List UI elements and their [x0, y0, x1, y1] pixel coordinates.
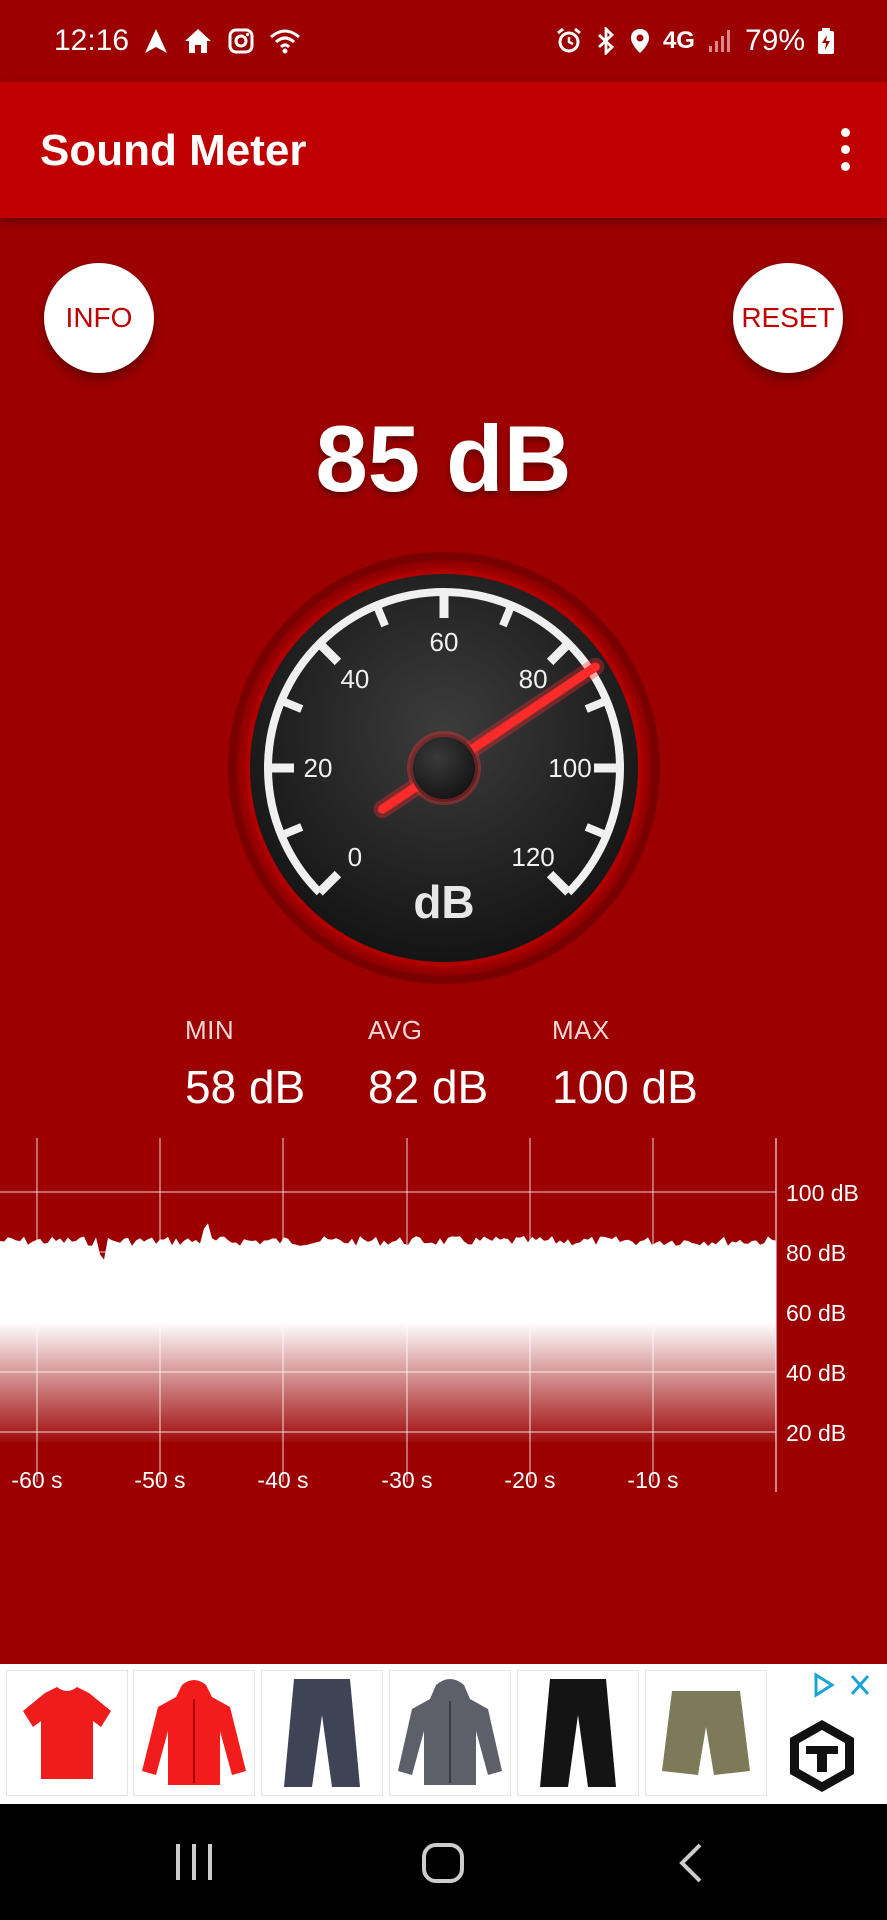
- graph-x-label: -50 s: [134, 1467, 185, 1493]
- navigation-arrow-icon: [145, 29, 168, 53]
- graph-x-label: -10 s: [627, 1467, 678, 1493]
- network-type-label: 4G: [662, 27, 695, 54]
- home-button-icon[interactable]: [421, 1842, 465, 1884]
- back-icon[interactable]: [676, 1842, 706, 1884]
- stat-min-value: 58 dB: [185, 1061, 306, 1113]
- wifi-icon: [270, 29, 301, 54]
- current-level-reading: 85 dB: [315, 406, 572, 511]
- stat-avg-label: AVG: [368, 1015, 423, 1045]
- stat-max-value: 100 dB: [552, 1061, 698, 1113]
- graph-x-labels: -60 s -50 s -40 s -30 s -20 s -10 s: [11, 1467, 678, 1493]
- gauge-tick-label: 20: [304, 753, 333, 783]
- gauge-tick-label: 100: [548, 753, 591, 783]
- stat-max-label: MAX: [552, 1015, 610, 1045]
- stat-max: MAX 100 dB: [552, 1015, 698, 1114]
- status-time: 12:16: [54, 24, 130, 57]
- brand-logo-icon[interactable]: [782, 1716, 862, 1796]
- graph-level-area: [0, 1223, 776, 1442]
- signal-strength-icon: [708, 30, 730, 52]
- reset-button[interactable]: RESET: [733, 263, 843, 373]
- gauge-hub: [407, 731, 481, 805]
- gauge-tick-label: 0: [348, 842, 362, 872]
- status-right: 4G 79%: [555, 24, 835, 58]
- jacket-icon: [142, 1680, 246, 1785]
- gauge-tick-label: 120: [511, 842, 554, 872]
- gauge-tick-label: 60: [430, 627, 459, 657]
- ad-banner[interactable]: [0, 1664, 887, 1804]
- app-bar: Sound Meter: [0, 82, 887, 218]
- pants-icon: [540, 1679, 616, 1787]
- ad-product-gray-hoodie[interactable]: [389, 1670, 511, 1796]
- alarm-icon: [557, 27, 581, 53]
- status-left: 12:16: [54, 24, 301, 58]
- ad-product-black-pants[interactable]: [517, 1670, 639, 1796]
- info-button[interactable]: INFO: [44, 263, 154, 373]
- app-title: Sound Meter: [40, 126, 307, 175]
- home-icon: [185, 29, 212, 53]
- graph-y-labels: 100 dB 80 dB 60 dB 40 dB 20 dB: [786, 1180, 859, 1446]
- shorts-icon: [662, 1691, 750, 1775]
- recent-apps-icon[interactable]: [172, 1842, 216, 1882]
- status-bar: 12:16 4G 79%: [0, 0, 887, 82]
- battery-charging-icon: [818, 28, 834, 54]
- level-history-graph: 100 dB 80 dB 60 dB 40 dB 20 dB -60 s -50 s -40…: [0, 1138, 859, 1493]
- graph-x-label: -20 s: [504, 1467, 555, 1493]
- tshirt-icon: [23, 1687, 111, 1779]
- system-navigation-bar: [0, 1804, 887, 1920]
- graph-y-label: 80 dB: [786, 1240, 846, 1266]
- hoodie-icon: [398, 1679, 502, 1785]
- gauge-unit-label: dB: [413, 876, 474, 928]
- graph-x-label: -30 s: [381, 1467, 432, 1493]
- gauge-tick-label: 40: [340, 664, 369, 694]
- graph-y-label: 60 dB: [786, 1300, 846, 1326]
- ad-product-gray-pants[interactable]: [261, 1670, 383, 1796]
- stat-min: MIN 58 dB: [185, 1015, 305, 1114]
- location-icon: [630, 29, 649, 53]
- graph-y-label: 100 dB: [786, 1180, 859, 1206]
- decibel-gauge: 0 20 40 60 80 100 120 dB: [228, 552, 660, 984]
- battery-percent: 79%: [744, 24, 805, 57]
- ad-choices-icon[interactable]: [812, 1672, 874, 1698]
- overflow-menu-icon[interactable]: [833, 128, 857, 174]
- ad-product-red-jacket[interactable]: [133, 1670, 255, 1796]
- ad-product-olive-shorts[interactable]: [645, 1670, 767, 1796]
- pants-icon: [284, 1679, 360, 1787]
- graph-y-label: 20 dB: [786, 1420, 846, 1446]
- stats-row: MIN 58 dB AVG 82 dB MAX 100 dB: [0, 1015, 887, 1115]
- graph-x-label: -60 s: [11, 1467, 62, 1493]
- instagram-icon: [228, 28, 254, 54]
- stat-avg-value: 82 dB: [368, 1061, 489, 1113]
- graph-x-label: -40 s: [257, 1467, 308, 1493]
- bluetooth-icon: [597, 27, 614, 55]
- stat-avg: AVG 82 dB: [368, 1015, 488, 1114]
- stat-min-label: MIN: [185, 1015, 235, 1045]
- ad-product-red-tshirt[interactable]: [6, 1670, 128, 1796]
- gauge-tick-label: 80: [519, 664, 548, 694]
- graph-y-label: 40 dB: [786, 1360, 846, 1386]
